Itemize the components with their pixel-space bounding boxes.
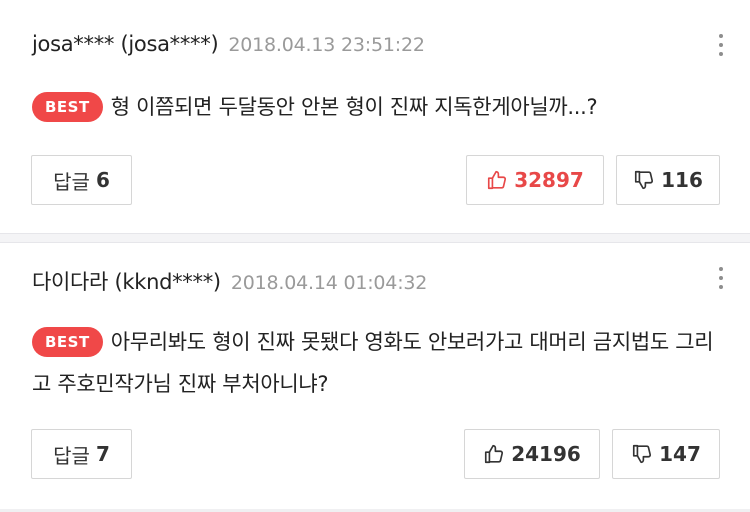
comment-date: 2018.04.14 01:04:32 [230, 272, 428, 294]
reply-count: 6 [95, 168, 110, 192]
dislike-button[interactable]: 116 [616, 155, 720, 205]
thumbs-down-icon [633, 169, 655, 191]
reply-label: 답글 [53, 443, 90, 468]
thumbs-down-icon [631, 443, 653, 465]
like-count: 24196 [511, 442, 581, 466]
comment-author[interactable]: josa**** (josa****) [32, 32, 219, 56]
comment-date: 2018.04.13 23:51:22 [228, 34, 425, 56]
comment-author[interactable]: 다이다라 (kknd****) [32, 266, 221, 296]
dislike-count: 147 [659, 442, 701, 466]
comment-header: 다이다라 (kknd****) 2018.04.14 01:04:32 [32, 266, 427, 296]
comment-text: 아무리봐도 형이 진짜 못됐다 영화도 안보러가고 대머리 금지법도 그리고 주… [32, 330, 714, 396]
comment-item: josa**** (josa****) 2018.04.13 23:51:22 … [0, 0, 750, 233]
like-count: 32897 [514, 168, 584, 192]
comment-item: 다이다라 (kknd****) 2018.04.14 01:04:32 BEST… [0, 233, 750, 512]
comment-body: BEST 형 이쯤되면 두달동안 안본 형이 진짜 지독한게아닐까...? [32, 86, 720, 128]
thumbs-up-icon [486, 169, 508, 191]
reply-label: 답글 [53, 169, 90, 194]
best-badge: BEST [32, 92, 103, 122]
reply-button[interactable]: 답글 6 [31, 155, 132, 205]
comment-text: 형 이쯤되면 두달동안 안본 형이 진짜 지독한게아닐까...? [110, 95, 598, 119]
best-badge: BEST [32, 327, 103, 357]
comment-header: josa**** (josa****) 2018.04.13 23:51:22 [32, 32, 425, 56]
reply-count: 7 [95, 442, 110, 466]
dislike-button[interactable]: 147 [612, 429, 720, 479]
more-vertical-icon[interactable] [718, 34, 724, 62]
dislike-count: 116 [661, 168, 703, 192]
reply-button[interactable]: 답글 7 [31, 429, 132, 479]
like-button[interactable]: 24196 [464, 429, 600, 479]
thumbs-up-icon [483, 443, 505, 465]
comment-body: BEST 아무리봐도 형이 진짜 못됐다 영화도 안보러가고 대머리 금지법도 그… [32, 321, 720, 405]
more-vertical-icon[interactable] [718, 267, 724, 295]
like-button[interactable]: 32897 [466, 155, 604, 205]
